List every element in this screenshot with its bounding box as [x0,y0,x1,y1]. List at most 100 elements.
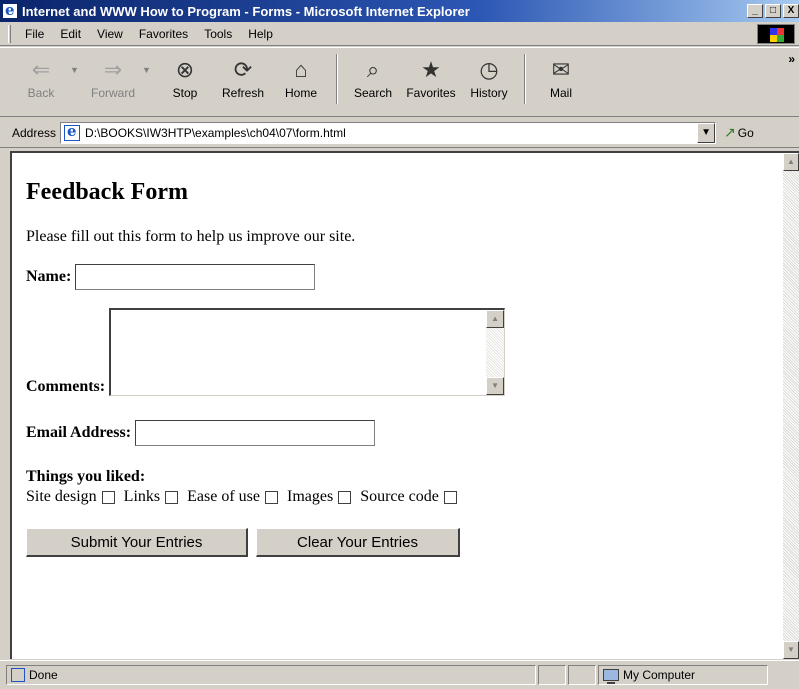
things-liked-checkboxes: Site design Links Ease of use Images Sou… [26,488,783,506]
email-label: Email Address: [26,424,132,441]
menu-file[interactable]: File [17,27,52,41]
back-dropdown-icon[interactable]: ▼ [70,54,84,86]
name-input[interactable] [75,264,316,290]
clear-button[interactable]: Clear Your Entries [256,528,460,557]
check-images[interactable]: Images [286,488,352,506]
address-box: ▼ [60,121,717,144]
menu-favorites[interactable]: Favorites [131,27,196,41]
history-button[interactable]: ◷ History [460,54,518,110]
window-title: Internet and WWW How to Program - Forms … [22,3,470,19]
windows-logo-icon [757,24,795,44]
checkbox-label: Images [286,488,334,505]
ie-app-icon[interactable] [2,1,18,19]
search-icon: ⌕ [366,57,380,82]
scroll-down-icon[interactable]: ▼ [486,377,505,395]
checkbox[interactable] [338,490,352,504]
checkbox-label: Links [123,488,161,505]
email-input[interactable] [135,420,376,446]
forward-button[interactable]: ⇒ Forward [84,54,142,110]
window-controls: _ □ X [747,4,799,18]
checkbox-label: Ease of use [187,488,260,505]
zone-label: My Computer [623,668,696,682]
comments-label: Comments: [26,378,106,395]
close-button[interactable]: X [783,4,799,18]
menu-view[interactable]: View [89,27,131,41]
menu-edit[interactable]: Edit [52,27,89,41]
history-label: History [470,86,508,100]
name-label: Name: [26,268,72,285]
address-dropdown-icon[interactable]: ▼ [697,122,716,143]
home-button[interactable]: ⌂ Home [272,54,330,110]
toolbar-more-chevron[interactable]: » [788,52,795,66]
comments-scrollbar[interactable]: ▲ ▼ [486,310,505,395]
stop-button[interactable]: ⊗ Stop [156,54,214,110]
computer-icon [603,669,619,684]
history-icon: ◷ [479,57,499,82]
status-bar: Done My Computer [0,660,799,689]
standard-toolbar: ⇐ Back ▼ ⇒ Forward ▼ ⊗ Stop ⟳ Refresh ⌂ … [0,47,799,117]
email-row: Email Address: [26,420,783,446]
name-row: Name: [26,264,783,290]
page-scroll-up-icon[interactable]: ▲ [783,153,799,171]
security-zone: My Computer [598,665,768,685]
submit-button[interactable]: Submit Your Entries [26,528,248,557]
status-text-cell: Done [6,665,536,685]
back-button[interactable]: ⇐ Back [12,54,70,110]
favorites-icon: ★ [421,57,441,82]
checkbox-label: Source code [360,488,439,505]
home-icon: ⌂ [294,57,308,82]
status-cell [538,665,566,685]
search-button[interactable]: ⌕ Search [344,54,402,110]
menu-tools[interactable]: Tools [196,27,240,41]
intro-text: Please fill out this form to help us imp… [26,228,356,245]
feedback-page: Feedback Form Please fill out this form … [12,153,783,659]
form-buttons: Submit Your Entries Clear Your Entries [26,528,783,557]
check-site-design[interactable]: Site design [26,488,115,506]
menu-bar: File Edit View Favorites Tools Help [0,22,799,46]
checkbox-label: Site design [26,488,97,505]
home-label: Home [284,86,317,100]
page-title: Feedback Form [26,179,188,205]
page-done-icon [11,668,25,682]
check-source-code[interactable]: Source code [360,488,457,506]
mail-button[interactable]: ✉ Mail [532,54,590,110]
back-label: Back [27,86,55,100]
status-cell [568,665,596,685]
go-button[interactable]: ↗ Go [724,124,754,141]
check-links[interactable]: Links [123,488,179,506]
checkbox[interactable] [443,490,457,504]
go-label: Go [737,125,754,140]
address-bar: Address ▼ ↗ Go [0,118,799,148]
refresh-icon: ⟳ [233,57,253,82]
toolbar-separator [336,54,338,104]
back-arrow-icon: ⇐ [31,57,51,82]
maximize-button[interactable]: □ [765,4,781,18]
menu-help[interactable]: Help [240,27,281,41]
refresh-label: Refresh [221,86,265,100]
refresh-button[interactable]: ⟳ Refresh [214,54,272,110]
checkbox[interactable] [264,490,278,504]
browser-content: Feedback Form Please fill out this form … [10,151,799,659]
go-arrow-icon: ↗ [724,124,736,140]
comments-field: ▲ ▼ [109,308,506,396]
page-scroll-down-icon[interactable]: ▼ [783,641,799,659]
status-text: Done [29,668,58,682]
toolbar-separator [524,54,526,104]
menu-grip[interactable] [8,24,11,43]
things-liked-label: Things you liked: [26,468,146,485]
page-scrollbar[interactable]: ▲ ▼ [783,153,799,659]
checkbox[interactable] [165,490,179,504]
favorites-button[interactable]: ★ Favorites [402,54,460,110]
comments-row: Comments: ▲ ▼ [26,308,783,396]
forward-arrow-icon: ⇒ [103,57,123,82]
scroll-up-icon[interactable]: ▲ [486,310,505,328]
forward-dropdown-icon[interactable]: ▼ [142,54,156,86]
address-input[interactable] [83,123,698,142]
checkbox[interactable] [101,490,115,504]
check-ease-of-use[interactable]: Ease of use [187,488,278,506]
minimize-button[interactable]: _ [747,4,763,18]
stop-icon: ⊗ [175,57,195,82]
forward-label: Forward [90,86,135,100]
comments-textarea[interactable] [111,310,486,395]
stop-label: Stop [172,86,198,100]
